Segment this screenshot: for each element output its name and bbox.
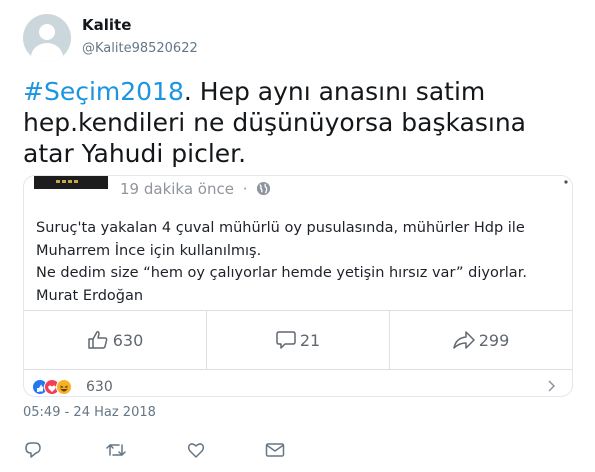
user-handle[interactable]: @Kalite98520622	[82, 41, 198, 56]
hashtag-link[interactable]: #Seçim2018	[23, 77, 184, 106]
avatar[interactable]	[23, 14, 71, 62]
thumbnail-dot	[62, 180, 66, 183]
more-dots-icon[interactable]	[564, 180, 568, 190]
post-share-button[interactable]: 299	[389, 311, 572, 369]
post-comment-button[interactable]: 21	[206, 311, 389, 369]
post-body: Suruç'ta yakalan 4 çuval mühürlü oy pusu…	[36, 217, 564, 307]
post-body-line: Suruç'ta yakalan 4 çuval mühürlü oy pusu…	[36, 220, 525, 236]
comment-bubble-icon	[276, 331, 296, 349]
haha-reaction-icon	[56, 379, 72, 395]
tweet-timestamp[interactable]: 05:49 - 24 Haz 2018	[23, 405, 156, 420]
post-thumbnail	[34, 176, 108, 189]
reply-icon[interactable]	[23, 440, 43, 460]
post-body-line: Ne dedim size “hem oy çalıyorlar hemde y…	[36, 265, 527, 281]
share-arrow-icon	[452, 331, 475, 349]
display-name[interactable]: Kalite	[82, 16, 131, 34]
post-share-count: 299	[478, 330, 510, 350]
message-icon[interactable]	[265, 440, 285, 460]
thumbs-up-icon	[87, 331, 108, 349]
thumbnail-dot	[74, 180, 78, 183]
post-comment-count: 21	[299, 330, 321, 350]
reaction-count: 630	[86, 379, 113, 395]
post-time: 19 dakika önce ·	[120, 180, 271, 198]
globe-icon	[257, 181, 271, 196]
thumbnail-dot	[56, 180, 60, 183]
tweet-text: #Seçim2018. Hep aynı anasını satim hep.k…	[23, 76, 583, 169]
thumbnail-dot	[68, 180, 72, 183]
retweet-icon[interactable]	[106, 440, 126, 460]
post-time-text: 19 dakika önce	[120, 180, 234, 198]
post-body-line: Murat Erdoğan	[36, 287, 144, 304]
avatar-shoulders-shape	[31, 43, 63, 62]
embedded-facebook-post[interactable]: 19 dakika önce · Suruç'ta yakalan 4 çuva…	[23, 175, 573, 397]
post-body-line: Muharrem İnce için kullanılmış.	[36, 242, 262, 259]
avatar-head-shape	[39, 24, 55, 40]
like-icon[interactable]	[186, 440, 206, 460]
post-action-bar: 630 21 299	[24, 310, 572, 370]
time-separator: ·	[242, 180, 248, 198]
post-like-button[interactable]: 630	[24, 311, 206, 369]
tweet-action-bar	[23, 440, 583, 460]
chevron-right-icon[interactable]	[548, 380, 556, 396]
post-like-count: 630	[112, 330, 144, 350]
